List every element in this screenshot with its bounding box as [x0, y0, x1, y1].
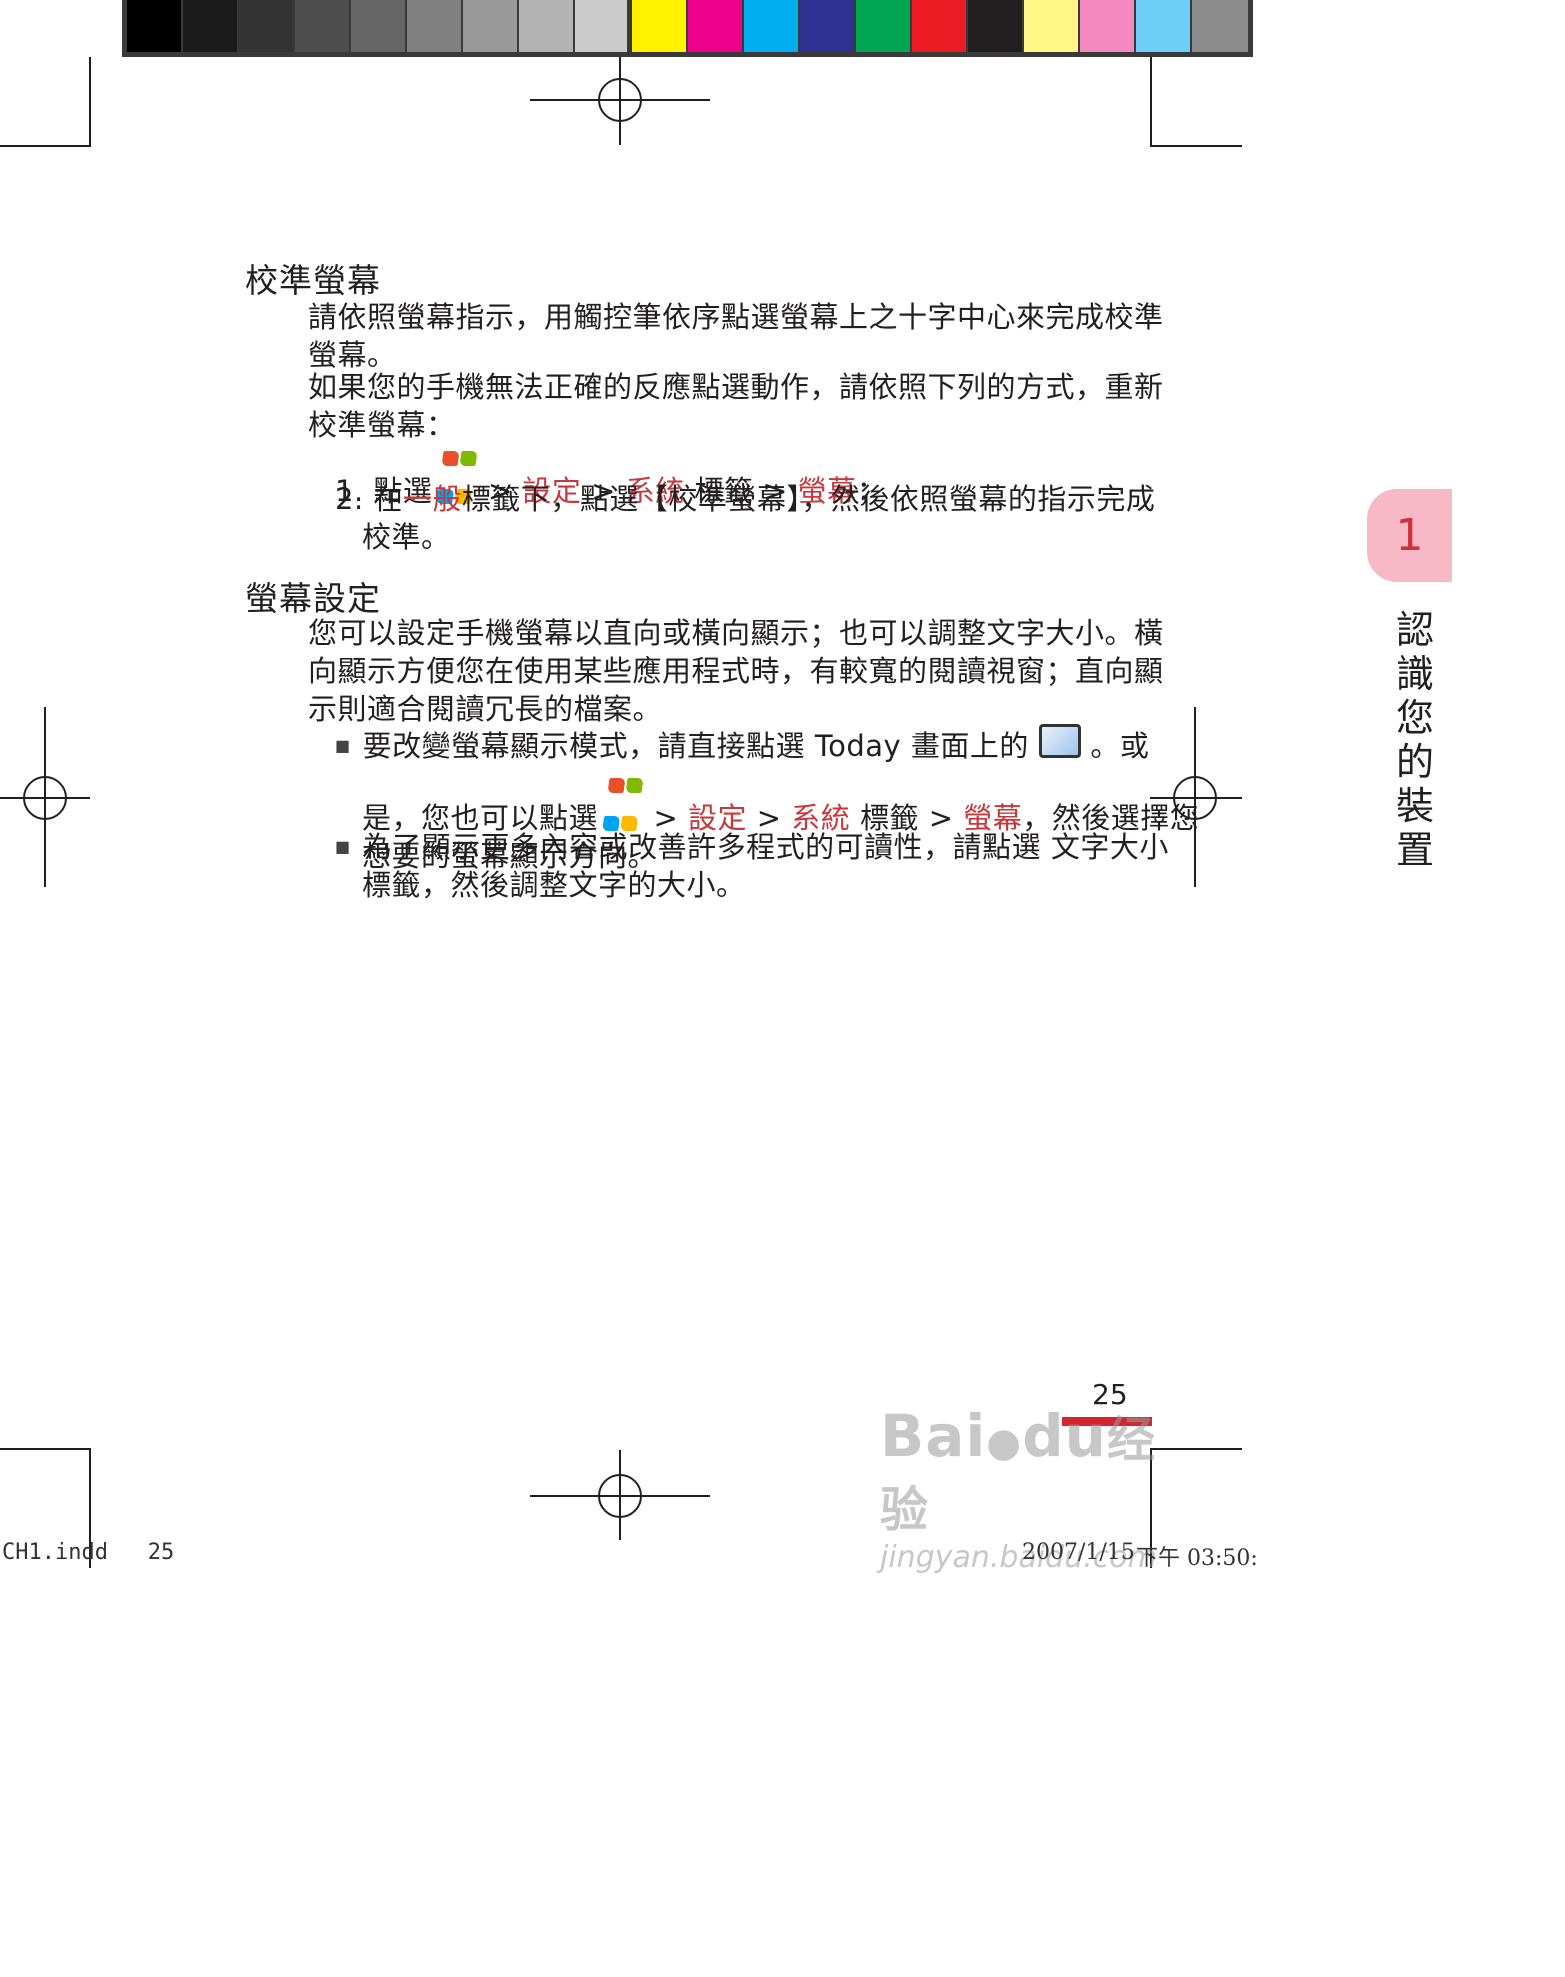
baidu-watermark: Bai●du经验 jingyan.baidu.com [880, 1402, 1157, 1575]
color-swatch [688, 0, 744, 52]
screen-rotate-icon[interactable] [1038, 724, 1081, 758]
section-title-calibrate: 校準螢幕 [245, 261, 381, 300]
gray-swatch [183, 0, 239, 52]
calibrate-paragraph-1: 請依照螢幕指示，用觸控筆依序點選螢幕上之十字中心來完成校準 螢幕。 [308, 300, 1164, 372]
color-swatch [800, 0, 856, 52]
gray-swatch [295, 0, 351, 52]
chapter-tab: 1 [1367, 489, 1452, 582]
color-swatch [632, 0, 688, 52]
crop-mark-top-right-h [1150, 145, 1242, 147]
gray-swatch [519, 0, 575, 52]
color-swatch [912, 0, 968, 52]
color-swatch [968, 0, 1024, 52]
screen-settings-paragraph: 您可以設定手機螢幕以直向或橫向顯示；也可以調整文字大小。橫 向顯示方便您在使用某… [308, 616, 1164, 726]
windows-start-icon[interactable] [601, 765, 646, 831]
bullet-icon: ■ [335, 736, 351, 755]
crop-mark-top-right-v [1150, 57, 1152, 147]
slug-time: 下午 03:50: [1136, 1546, 1258, 1571]
crop-mark-bottom-left-h [0, 1448, 90, 1450]
general-tab-link[interactable]: 一般 [403, 482, 462, 516]
color-swatch [1192, 0, 1248, 52]
bullet-icon: ■ [335, 837, 351, 856]
color-swatch [1080, 0, 1136, 52]
crop-mark-top-left-v [89, 57, 91, 147]
calibrate-step-2: 2. 在一般標籤下，點選【校準螢幕】，然後依照螢幕的指示完成 校準。 [335, 482, 1156, 554]
crop-mark-top-left-h [0, 145, 90, 147]
windows-start-icon[interactable] [436, 438, 481, 504]
gray-swatch [351, 0, 407, 52]
section-title-screen-settings: 螢幕設定 [245, 579, 381, 618]
color-swatch [1136, 0, 1192, 52]
color-swatch [1024, 0, 1080, 52]
gray-swatch [575, 0, 631, 52]
color-swatch [744, 0, 800, 52]
slug-filename: CH1.indd 25 [2, 1540, 175, 1565]
gray-swatch [407, 0, 463, 52]
gray-swatch [463, 0, 519, 52]
gray-swatch [239, 0, 295, 52]
screen-settings-bullet-2: ■ 為了顯示更多內容或改善許多程式的可讀性，請點選 文字大小 標籤，然後調整文字的… [335, 830, 1169, 902]
paw-icon: ● [986, 1420, 1023, 1466]
color-swatch [856, 0, 912, 52]
calibrate-paragraph-2: 如果您的手機無法正確的反應點選動作，請依照下列的方式，重新 校準螢幕： [308, 370, 1164, 442]
color-swatch-bar [627, 0, 1253, 57]
gray-swatch [127, 0, 183, 52]
slug-date: 2007/1/15 [1022, 1540, 1135, 1565]
chapter-title-vertical: 認 識 您 的 裝 置 [1395, 608, 1434, 872]
chapter-number: 1 [1395, 510, 1424, 561]
